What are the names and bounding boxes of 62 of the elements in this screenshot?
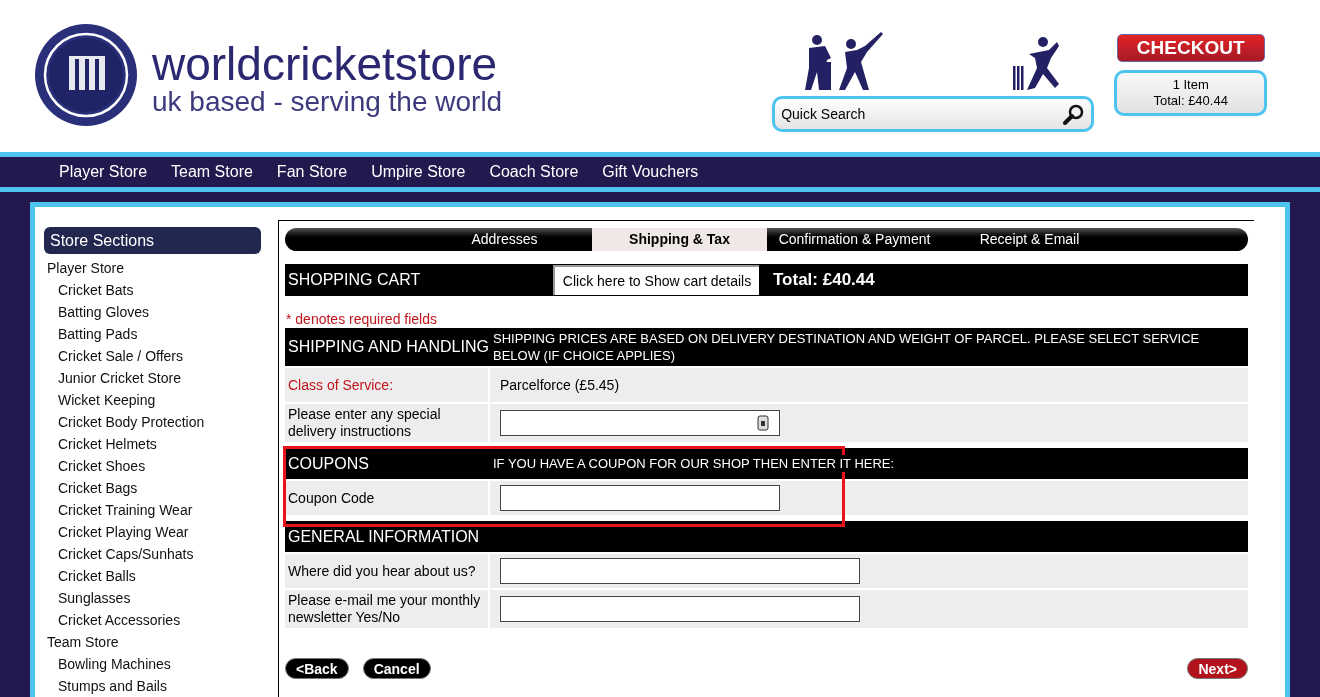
form-button[interactable]: Cancel	[362, 658, 431, 679]
cart-total: Total: £40.44	[1153, 93, 1228, 109]
search-placeholder: Quick Search	[781, 104, 867, 124]
sidebar-subitem[interactable]: Junior Cricket Store	[47, 367, 258, 389]
step-tab[interactable]: Confirmation & Payment	[767, 228, 942, 251]
step-tab[interactable]: Addresses	[417, 228, 592, 251]
nav-link[interactable]: Coach Store	[477, 160, 591, 184]
form-button[interactable]: <Back	[285, 658, 349, 679]
field-value: Parcelforce (£5.45)	[500, 375, 620, 395]
cart-bar-title: SHOPPING CART	[287, 270, 422, 290]
section-title: COUPONS	[287, 453, 370, 474]
sidebar-subitem[interactable]: Batting Pads	[47, 323, 258, 345]
sidebar-subitem[interactable]: Cricket Bats	[47, 279, 258, 301]
sidebar-subitem[interactable]: Cricket Sale / Offers	[47, 345, 258, 367]
sidebar-subitem[interactable]: Cricket Body Protection	[47, 411, 258, 433]
sidebar-subitem[interactable]: Cricket Training Wear	[47, 499, 258, 521]
search-field[interactable]: Quick Search	[772, 96, 1095, 132]
field-label: Please e-mail me your monthly newsletter Yes/No	[288, 592, 482, 626]
sidebar-heading: Store Sections	[44, 227, 261, 254]
sidebar-subitem[interactable]: Cricket Accessories	[47, 609, 258, 631]
section-title: SHIPPING AND HANDLING	[287, 337, 490, 357]
sidebar-item[interactable]: Team Store	[47, 631, 258, 653]
brand-name: worldcricketstore	[152, 40, 499, 88]
sidebar-subitem[interactable]: Batting Gloves	[47, 301, 258, 323]
delivery-instructions-field[interactable]	[500, 410, 780, 436]
sidebar-subitem[interactable]: Cricket Playing Wear	[47, 521, 258, 543]
nav-link[interactable]: Fan Store	[264, 160, 360, 184]
nav-link[interactable]: Player Store	[47, 160, 160, 184]
sidebar-subitem[interactable]: Cricket Caps/Sunhats	[47, 543, 258, 565]
field-label: Coupon Code	[288, 489, 375, 507]
resize-handle-icon	[757, 415, 769, 431]
input-field[interactable]	[500, 558, 860, 584]
input-field[interactable]	[500, 596, 860, 622]
search-icon	[1063, 103, 1086, 125]
sidebar-subitem[interactable]: Cricket Helmets	[47, 433, 258, 455]
sidebar-subitem[interactable]: Bowling Machines	[47, 653, 258, 675]
sidebar-subitem[interactable]: Cricket Bags	[47, 477, 258, 499]
sidebar-subitem[interactable]: Stumps and Bails	[47, 675, 258, 697]
cart-summary[interactable]: 1 Item Total: £40.44	[1114, 70, 1268, 116]
section-title: GENERAL INFORMATION	[287, 526, 481, 547]
sidebar-subitem[interactable]: Cricket Shoes	[47, 455, 258, 477]
step-tab[interactable]: Receipt & Email	[942, 228, 1117, 251]
show-cart-details-button[interactable]: Click here to Show cart details	[553, 265, 759, 295]
required-fields-note: * denotes required fields	[285, 310, 438, 329]
sidebar-subitem[interactable]: Cricket Balls	[47, 565, 258, 587]
sidebar-subitem[interactable]: Sunglasses	[47, 587, 258, 609]
sidebar-item[interactable]: Player Store	[47, 257, 258, 279]
nav-link[interactable]: Gift Vouchers	[590, 160, 711, 184]
field-label: Class of Service:	[288, 376, 394, 394]
step-tab[interactable]: Shipping & Tax	[592, 228, 767, 251]
cart-item-count: 1 Item	[1172, 77, 1209, 93]
field-label: Where did you hear about us?	[288, 562, 476, 580]
input-field[interactable]	[500, 485, 780, 511]
checkout-button[interactable]: CHECKOUT	[1116, 34, 1265, 62]
field-label: Please enter any special delivery instructions	[288, 406, 442, 440]
brand-tagline: uk based - serving the world	[152, 88, 503, 116]
cart-bar-total: Total: £40.44	[773, 269, 875, 292]
logo-icon	[34, 23, 138, 127]
nav-link[interactable]: Team Store	[159, 160, 265, 184]
sidebar-subitem[interactable]: Wicket Keeping	[47, 389, 258, 411]
nav-link[interactable]: Umpire Store	[359, 160, 478, 184]
form-button[interactable]: Next>	[1187, 658, 1248, 679]
